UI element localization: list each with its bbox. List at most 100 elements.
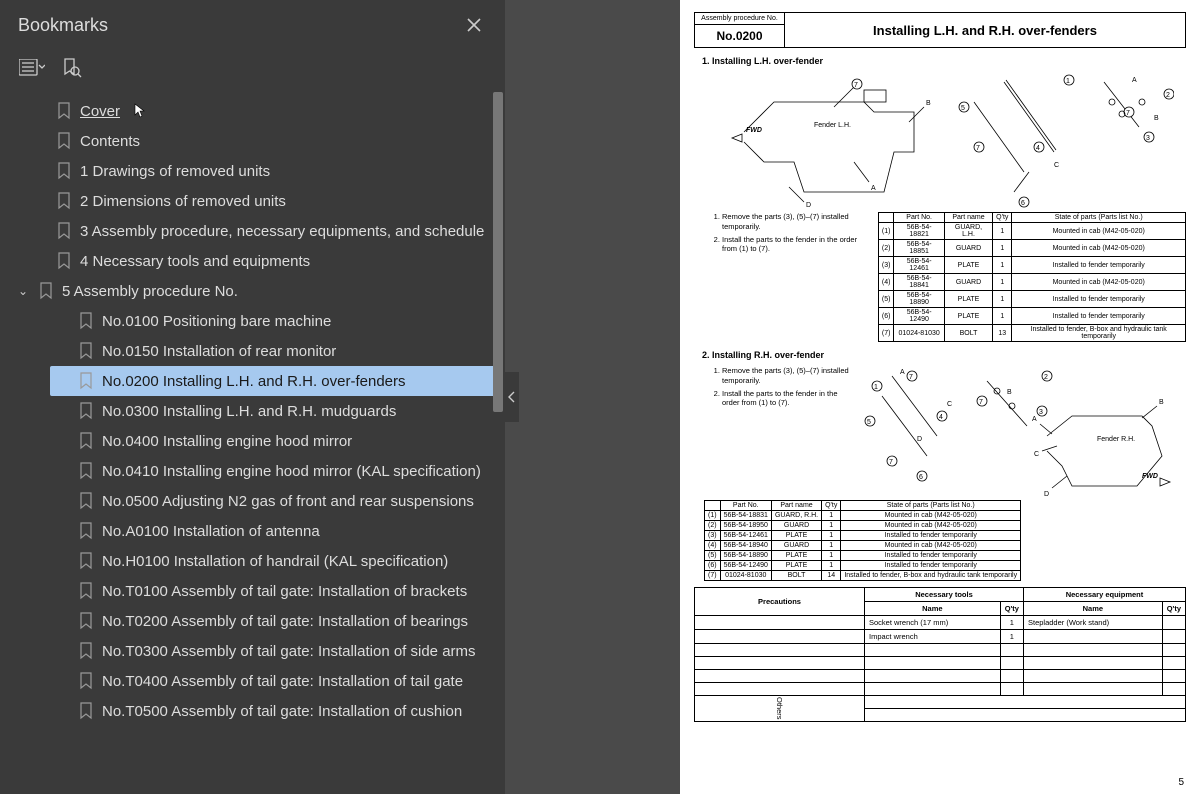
svg-text:D: D: [917, 436, 922, 443]
svg-text:7: 7: [909, 374, 913, 381]
bookmark-item[interactable]: No.0500 Adjusting N2 gas of front and re…: [50, 486, 495, 516]
svg-text:6: 6: [1021, 200, 1025, 207]
scrollbar-thumb[interactable]: [493, 92, 503, 412]
bookmark-tree[interactable]: Cover Contents 1 Drawings of removed units…: [0, 92, 505, 794]
bookmarks-toolbar: [0, 50, 505, 92]
bookmark-label: No.0410 Installing engine hood mirror (K…: [102, 463, 481, 480]
close-icon[interactable]: [461, 12, 487, 38]
bookmark-item[interactable]: No.T0400 Assembly of tail gate: Installa…: [50, 666, 495, 696]
parts-table-2: Part No.Part nameQ'tyState of parts (Par…: [704, 500, 1021, 581]
bookmark-item[interactable]: No.0300 Installing L.H. and R.H. mudguar…: [50, 396, 495, 426]
bookmark-label: Contents: [80, 133, 140, 150]
bookmark-label: No.T0300 Assembly of tail gate: Installa…: [102, 643, 476, 660]
bookmark-item[interactable]: No.0400 Installing engine hood mirror: [50, 426, 495, 456]
svg-text:C: C: [1054, 162, 1059, 169]
scrollbar[interactable]: [493, 92, 503, 784]
diagram-rh-fender: 1 A 7 5 7 6 4 C D B 2 7 3: [862, 366, 1172, 496]
bookmark-label: 1 Drawings of removed units: [80, 163, 270, 180]
bookmark-label: 5 Assembly procedure No.: [62, 283, 238, 300]
bookmark-item[interactable]: No.T0100 Assembly of tail gate: Installa…: [50, 576, 495, 606]
bookmark-item[interactable]: 2 Dimensions of removed units: [28, 186, 495, 216]
svg-text:7: 7: [979, 399, 983, 406]
bookmark-label: No.0200 Installing L.H. and R.H. over-fe…: [102, 373, 406, 390]
section-2-steps: Remove the parts (3), (5)–(7) installed …: [694, 366, 854, 496]
bookmark-item[interactable]: No.0100 Positioning bare machine: [50, 306, 495, 336]
bookmark-label: Cover: [80, 103, 120, 120]
viewer-background: [505, 0, 680, 794]
bookmark-label: No.T0100 Assembly of tail gate: Installa…: [102, 583, 467, 600]
svg-text:C: C: [1034, 451, 1039, 458]
bookmark-item[interactable]: 1 Drawings of removed units: [28, 156, 495, 186]
bookmark-item[interactable]: No.H0100 Installation of handrail (KAL s…: [50, 546, 495, 576]
bookmark-label: No.0100 Positioning bare machine: [102, 313, 331, 330]
bookmark-item[interactable]: No.0150 Installation of rear monitor: [50, 336, 495, 366]
svg-text:FWD: FWD: [746, 127, 762, 134]
bookmark-item[interactable]: 4 Necessary tools and equipments: [28, 246, 495, 276]
proc-no: No.0200: [695, 25, 784, 47]
bookmarks-title: Bookmarks: [18, 15, 108, 36]
bookmark-label: 2 Dimensions of removed units: [80, 193, 286, 210]
svg-text:3: 3: [1039, 409, 1043, 416]
svg-text:5: 5: [867, 419, 871, 426]
svg-text:FWD: FWD: [1142, 473, 1158, 480]
bookmark-item[interactable]: No.T0200 Assembly of tail gate: Installa…: [50, 606, 495, 636]
svg-text:B: B: [926, 100, 931, 107]
section-1-heading: 1. Installing L.H. over-fender: [702, 56, 1186, 66]
svg-text:4: 4: [1036, 145, 1040, 152]
bookmark-label: 3 Assembly procedure, necessary equipmen…: [80, 223, 484, 240]
bottom-table: PrecautionsNecessary toolsNecessary equi…: [694, 587, 1186, 722]
chevron-down-icon[interactable]: ⌄: [16, 284, 30, 298]
bookmark-item[interactable]: No.A0100 Installation of antenna: [50, 516, 495, 546]
bookmark-item[interactable]: Contents: [28, 126, 495, 156]
bookmark-label: No.T0200 Assembly of tail gate: Installa…: [102, 613, 468, 630]
parts-table-1: Part No.Part nameQ'tyState of parts (Par…: [878, 212, 1186, 342]
svg-text:A: A: [900, 369, 905, 376]
bookmark-item[interactable]: 3 Assembly procedure, necessary equipmen…: [28, 216, 495, 246]
svg-text:2: 2: [1166, 92, 1170, 99]
svg-text:4: 4: [939, 414, 943, 421]
bookmarks-panel: Bookmarks Cover Contents 1 Drawings of rem…: [0, 0, 505, 794]
svg-text:B: B: [1007, 389, 1012, 396]
svg-text:Fender L.H.: Fender L.H.: [814, 122, 851, 129]
bookmark-item[interactable]: No.0200 Installing L.H. and R.H. over-fe…: [50, 366, 495, 396]
svg-text:7: 7: [889, 459, 893, 466]
bookmark-label: No.A0100 Installation of antenna: [102, 523, 320, 540]
svg-text:5: 5: [961, 105, 965, 112]
collapse-handle[interactable]: [505, 372, 519, 422]
document-viewer[interactable]: Assembly procedure No. No.0200 Installin…: [680, 0, 1200, 794]
diagram-lh-fender: 7 B A D Fender L.H. FWD 1 5 4 7 6 C: [714, 72, 1174, 212]
page-number: 5: [1178, 777, 1184, 788]
bookmark-label: No.T0500 Assembly of tail gate: Installa…: [102, 703, 462, 720]
pdf-page: Assembly procedure No. No.0200 Installin…: [680, 0, 1200, 794]
options-icon[interactable]: [18, 56, 46, 80]
svg-text:3: 3: [1146, 135, 1150, 142]
svg-text:6: 6: [919, 474, 923, 481]
bookmark-label: No.0400 Installing engine hood mirror: [102, 433, 352, 450]
svg-text:7: 7: [1126, 110, 1130, 117]
svg-text:B: B: [1159, 399, 1164, 406]
page-title: Installing L.H. and R.H. over-fenders: [785, 13, 1185, 47]
svg-text:C: C: [947, 401, 952, 408]
bookmark-item[interactable]: ⌄ 5 Assembly procedure No.: [10, 276, 495, 306]
svg-text:A: A: [871, 185, 876, 192]
bookmark-label: No.0500 Adjusting N2 gas of front and re…: [102, 493, 474, 510]
bookmark-label: No.0150 Installation of rear monitor: [102, 343, 336, 360]
svg-text:B: B: [1154, 115, 1159, 122]
bookmark-item[interactable]: No.T0300 Assembly of tail gate: Installa…: [50, 636, 495, 666]
find-bookmark-icon[interactable]: [58, 56, 86, 80]
svg-text:A: A: [1032, 416, 1037, 423]
bookmark-item[interactable]: No.T0500 Assembly of tail gate: Installa…: [50, 696, 495, 726]
svg-text:7: 7: [854, 82, 858, 89]
bookmark-label: No.0300 Installing L.H. and R.H. mudguar…: [102, 403, 396, 420]
svg-text:D: D: [806, 202, 811, 209]
bookmark-item[interactable]: No.0410 Installing engine hood mirror (K…: [50, 456, 495, 486]
svg-text:Fender R.H.: Fender R.H.: [1097, 436, 1135, 443]
bookmark-label: No.T0400 Assembly of tail gate: Installa…: [102, 673, 463, 690]
svg-text:A: A: [1132, 77, 1137, 84]
bookmark-label: 4 Necessary tools and equipments: [80, 253, 310, 270]
bookmark-label: No.H0100 Installation of handrail (KAL s…: [102, 553, 448, 570]
bookmark-item[interactable]: Cover: [28, 96, 495, 126]
svg-text:D: D: [1044, 491, 1049, 496]
svg-text:2: 2: [1044, 374, 1048, 381]
svg-text:1: 1: [874, 384, 878, 391]
